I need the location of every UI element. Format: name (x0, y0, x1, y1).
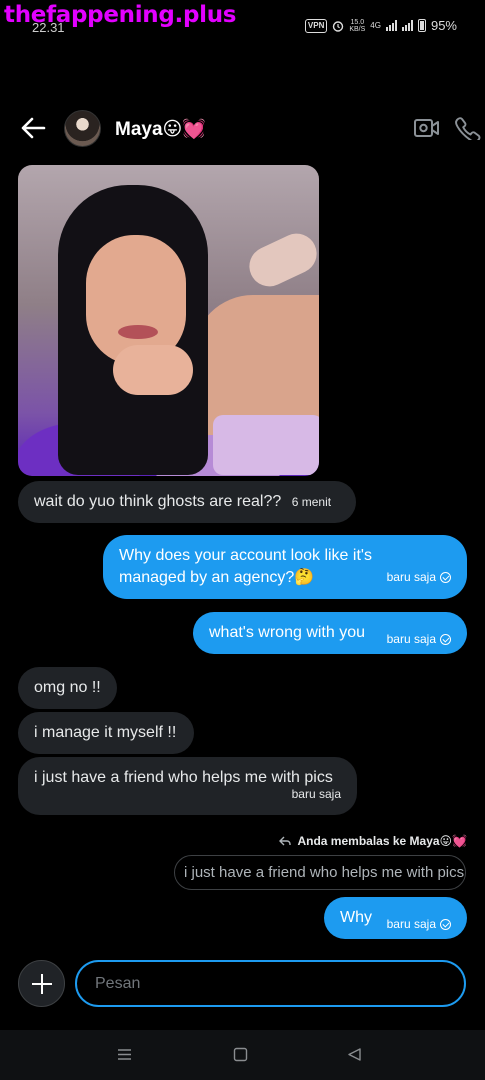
message-outgoing[interactable]: Why baru saja (324, 897, 467, 939)
message-time: baru saja (387, 628, 451, 650)
system-nav-bar (0, 1030, 485, 1080)
battery-icon (417, 19, 426, 32)
check-icon (440, 918, 451, 930)
signal-icon (385, 20, 397, 31)
battery-percent: 95% (430, 18, 457, 33)
status-bar: 22.31 thefappening.plus VPN 15.0 KB/S 4G … (0, 0, 485, 58)
menu-icon[interactable] (117, 1047, 132, 1062)
back-triangle-icon[interactable] (347, 1047, 362, 1062)
vpn-icon: VPN (304, 18, 328, 33)
message-incoming[interactable]: omg no !! (18, 667, 117, 709)
home-square-icon[interactable] (233, 1047, 248, 1062)
check-icon (440, 571, 451, 583)
message-time: baru saja (387, 566, 451, 588)
message-text: omg no !! (34, 679, 101, 696)
message-incoming[interactable]: wait do yuo think ghosts are real?? 6 me… (18, 481, 356, 523)
check-icon (440, 633, 451, 645)
message-incoming[interactable]: i manage it myself !! (18, 712, 194, 754)
watermark-text: thefappening.plus (4, 2, 237, 28)
message-time: 6 menit (291, 495, 332, 509)
speed-readout: 15.0 KB/S (349, 18, 366, 33)
avatar[interactable] (64, 110, 101, 147)
reply-context: Anda membalas ke Maya😛💓 (279, 834, 467, 848)
message-outgoing[interactable]: what's wrong with you baru saja (193, 612, 467, 654)
video-camera-icon[interactable] (413, 116, 441, 140)
arrow-left-icon[interactable] (18, 114, 48, 142)
message-text: wait do yuo think ghosts are real?? (34, 493, 282, 510)
status-icons: VPN 15.0 KB/S 4G 95% (304, 18, 457, 33)
reply-note-text: Anda membalas ke Maya😛💓 (297, 834, 467, 848)
message-outgoing[interactable]: Why does your account look like it's man… (103, 535, 467, 599)
message-incoming[interactable]: i just have a friend who helps me with p… (18, 757, 357, 815)
message-text: i manage it myself !! (34, 724, 177, 741)
quoted-message[interactable]: i just have a friend who helps me with p… (174, 855, 466, 890)
alarm-icon (333, 20, 344, 32)
network-type: 4G (370, 21, 381, 30)
photo-message[interactable] (18, 165, 319, 476)
message-input[interactable] (77, 962, 464, 1005)
message-text: Why (340, 909, 372, 926)
plus-icon[interactable] (18, 960, 65, 1007)
contact-name[interactable]: Maya😛💓 (115, 117, 206, 141)
message-time: baru saja (387, 913, 451, 935)
message-input-wrapper[interactable] (75, 960, 466, 1007)
chat-header: Maya😛💓 (0, 100, 485, 156)
phone-icon[interactable] (454, 116, 482, 140)
message-time: baru saja (291, 787, 341, 801)
reply-arrow-icon (279, 836, 292, 846)
message-text: what's wrong with you (209, 624, 366, 641)
signal-icon-2 (401, 20, 413, 31)
message-text: Why does your account look like it's man… (119, 547, 372, 586)
